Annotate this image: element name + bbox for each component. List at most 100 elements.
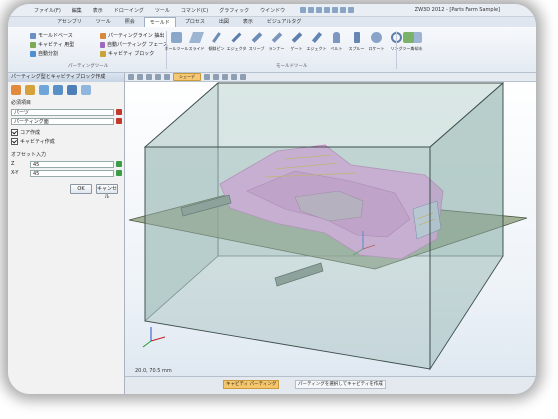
panel-toolbar — [8, 82, 124, 99]
cavity-mold-button[interactable]: キャビティ 用型 — [30, 40, 96, 49]
hole-tool-icon — [171, 32, 182, 43]
option-f-icon[interactable] — [81, 85, 91, 95]
ribbon-tabs: アセンブリ ツール 照会 モールド プロセス 出図 表示 ビジュアルタグ — [8, 17, 536, 27]
menu-item-command[interactable]: コマンド(C) — [181, 7, 208, 14]
confirm-icon[interactable] — [116, 170, 122, 176]
core-checkbox[interactable] — [11, 129, 18, 136]
window-title: ZW3D 2012 - [Parts Farm Sample] — [414, 7, 500, 13]
section-required: 必須項目 — [11, 100, 32, 106]
ribbon: モールドベース キャビティ 用型 自動分割 パーティングライン 抽出 自動パーテ… — [8, 27, 536, 73]
xy-offset-field[interactable]: 45 — [30, 170, 114, 177]
belt-icon — [333, 32, 340, 43]
settings-icon[interactable] — [348, 7, 355, 13]
option-c-icon[interactable] — [39, 85, 49, 95]
parting-line-button[interactable]: パーティングライン 抽出 — [100, 31, 168, 40]
gate-icon — [291, 32, 302, 43]
cancel-button[interactable]: キャンセル — [96, 184, 118, 200]
option-b-icon[interactable] — [25, 85, 35, 95]
panel-title: パーティング型とキャビティブロック作成 — [8, 73, 124, 82]
tab-tools[interactable]: ツール — [91, 17, 116, 27]
3d-viewport[interactable]: シェーデ 20.0, 70.5 mm — [125, 73, 536, 376]
cavity-block-icon — [100, 50, 106, 57]
slide-icon — [188, 32, 205, 43]
eject-icon — [311, 32, 322, 43]
tab-mold[interactable]: モールド — [143, 17, 176, 27]
world-axes-triad — [142, 327, 166, 348]
print-icon[interactable] — [324, 7, 331, 13]
ribbon-separator-2 — [396, 31, 397, 69]
z-offset-field[interactable]: 45 — [30, 161, 114, 168]
menu-item-graphics[interactable]: グラフィック — [219, 7, 249, 14]
tool-locate-button[interactable]: ロケート — [368, 30, 385, 60]
angle-pin-icon — [212, 32, 221, 43]
menu-item-tools[interactable]: ツール — [155, 7, 170, 14]
tool-eject-button[interactable]: エジェクト — [307, 30, 327, 60]
menu-item-view[interactable]: 表示 — [93, 7, 103, 14]
tab-assembly[interactable]: アセンブリ — [52, 17, 87, 27]
tool-runner-button[interactable]: ランナー — [268, 30, 285, 60]
extra-tool-button[interactable]: ツール — [400, 30, 417, 60]
split-icon — [30, 50, 36, 57]
locate-icon — [371, 32, 382, 43]
save-icon[interactable] — [316, 7, 323, 13]
status-prompt: パーティングを選択してキャビティを作成 — [295, 380, 386, 389]
tab-display[interactable]: 表示 — [238, 17, 258, 27]
tool-icon — [403, 32, 414, 43]
option-d-icon[interactable] — [53, 85, 63, 95]
parting-tools-group: モールドベース キャビティ 用型 自動分割 パーティングライン 抽出 自動パーテ… — [30, 31, 168, 58]
sprue-icon — [353, 32, 360, 43]
parting-line-icon — [100, 32, 106, 39]
menu-item-file[interactable]: ファイル(F) — [34, 7, 61, 14]
quick-access-toolbar — [300, 7, 355, 13]
tool-hole-button[interactable]: ホールツール — [165, 30, 189, 60]
tool-angle-pin-button[interactable]: 傾斜ピン — [208, 30, 225, 60]
cavity-checkbox[interactable] — [11, 138, 18, 145]
auto-split-button[interactable]: 自動分割 — [30, 49, 96, 58]
mold-base-icon — [30, 32, 36, 39]
parting-group-label: パーティングツール — [68, 64, 109, 69]
auto-parting-face-button[interactable]: 自動パーティング フェース — [100, 40, 168, 49]
tool-ejector-button[interactable]: エジェクタ — [227, 30, 246, 60]
z-field-row: Z 45 — [8, 160, 124, 169]
tool-slide-button[interactable]: スライド — [188, 30, 205, 60]
confirm-icon[interactable] — [116, 161, 122, 167]
tool-sleeve-button[interactable]: スリーブ — [248, 30, 265, 60]
required-marker-icon — [116, 109, 122, 115]
xy-field-row: X-Y 45 — [8, 169, 124, 178]
tool-sprue-button[interactable]: スプルー — [348, 30, 365, 60]
tab-drawing[interactable]: 出図 — [214, 17, 234, 27]
option-a-icon[interactable] — [11, 85, 21, 95]
tab-process[interactable]: プロセス — [180, 17, 210, 27]
part-field[interactable]: パーツ — [11, 109, 114, 116]
menu-item-drawing[interactable]: ドローイング — [114, 7, 144, 14]
redo-icon[interactable] — [340, 7, 347, 13]
new-file-icon[interactable] — [300, 7, 307, 13]
parting-face-icon — [100, 41, 105, 48]
open-file-icon[interactable] — [308, 7, 315, 13]
mold-base-button[interactable]: モールドベース — [30, 31, 96, 40]
cavity-checkbox-row[interactable]: キャビティ作成 — [8, 138, 124, 147]
status-bar: キャビティ パーティング パーティングを選択してキャビティを作成 — [125, 376, 536, 394]
core-checkbox-row[interactable]: コア作成 — [8, 129, 124, 138]
parting-face-field[interactable]: パーティング面 — [11, 118, 114, 125]
tab-inquiry[interactable]: 照会 — [120, 17, 140, 27]
ejector-icon — [231, 32, 242, 43]
tool-gate-button[interactable]: ゲート — [288, 30, 305, 60]
panel-buttons: OK キャンセル — [8, 184, 124, 200]
app-window: ファイル(F) 編集 表示 ドローイング ツール コマンド(C) グラフィック … — [8, 4, 536, 394]
part-field-row: パーツ — [8, 108, 124, 117]
cavity-block-button[interactable]: キャビティ ブロック — [100, 49, 168, 58]
command-panel: パーティング型とキャビティブロック作成 必須項目 パーツ パーティング面 コア作… — [8, 73, 125, 394]
cavity-icon — [30, 41, 36, 48]
status-mode: キャビティ パーティング — [223, 380, 280, 389]
undo-icon[interactable] — [332, 7, 339, 13]
tool-belt-button[interactable]: ベルト — [328, 30, 345, 60]
tab-visual[interactable]: ビジュアルタグ — [262, 17, 307, 27]
option-e-icon[interactable] — [67, 85, 77, 95]
menu-item-edit[interactable]: 編集 — [72, 7, 82, 14]
ok-button[interactable]: OK — [70, 184, 92, 194]
menu-item-window[interactable]: ウインドウ — [260, 7, 285, 14]
section-offset: オフセット入力 — [11, 152, 47, 158]
required-marker-icon — [116, 118, 122, 124]
parting-field-row: パーティング面 — [8, 117, 124, 126]
